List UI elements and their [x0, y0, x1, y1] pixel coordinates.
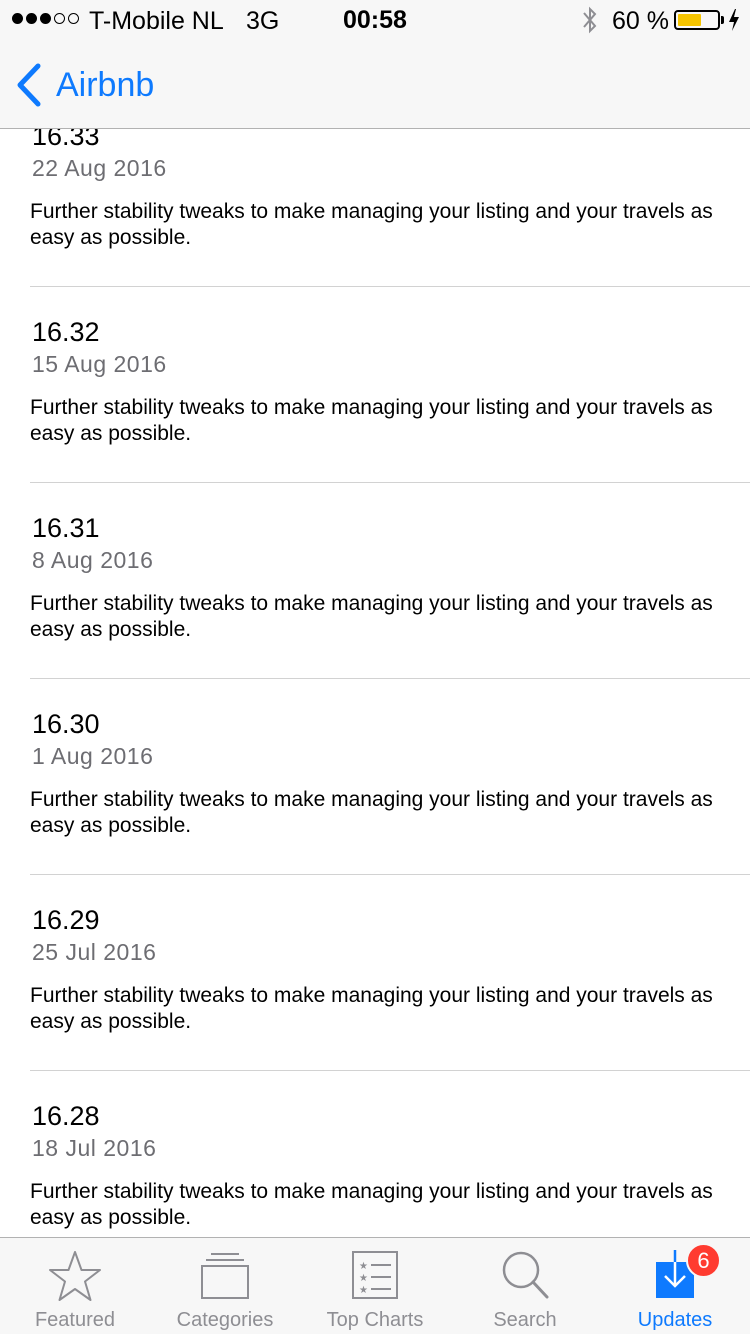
tab-label: Top Charts: [326, 1309, 424, 1331]
tab-label: Updates: [637, 1309, 713, 1331]
tab-bar: Featured Categories ★ ★ ★ Top Charts Sea…: [0, 1237, 750, 1334]
battery-tip: [721, 16, 724, 24]
status-bar: T-Mobile NL 3G 00:58 60 %: [0, 0, 750, 40]
version-number: 16.28: [32, 1101, 100, 1131]
tab-categories[interactable]: Categories: [150, 1238, 300, 1334]
tab-label: Search: [493, 1309, 557, 1331]
carrier-name: T-Mobile NL: [89, 7, 224, 35]
chevron-left-icon: [17, 63, 41, 107]
tab-top-charts[interactable]: ★ ★ ★ Top Charts: [300, 1238, 450, 1334]
status-time: 00:58: [343, 6, 407, 34]
version-entry: 16.29 25 Jul 2016 Further stability twea…: [30, 875, 750, 1071]
version-list: 16.33 22 Aug 2016 Further stability twea…: [0, 129, 750, 1237]
version-date: 25 Jul 2016: [32, 939, 157, 965]
version-date: 1 Aug 2016: [32, 743, 154, 769]
tab-featured[interactable]: Featured: [0, 1238, 150, 1334]
signal-strength-icon: [12, 13, 79, 24]
release-notes: Further stability tweaks to make managin…: [30, 200, 713, 249]
release-notes: Further stability tweaks to make managin…: [30, 592, 713, 641]
tab-label: Featured: [34, 1309, 116, 1331]
release-notes: Further stability tweaks to make managin…: [30, 788, 713, 837]
navigation-bar: Airbnb: [0, 40, 750, 129]
tab-search[interactable]: Search: [450, 1238, 600, 1334]
version-entry: 16.30 1 Aug 2016 Further stability tweak…: [30, 679, 750, 875]
version-number: 16.30: [32, 709, 100, 739]
network-type: 3G: [246, 7, 280, 35]
version-entry: 16.32 15 Aug 2016 Further stability twea…: [30, 287, 750, 483]
battery-percent: 60 %: [612, 7, 669, 35]
back-button[interactable]: Airbnb: [16, 62, 154, 108]
version-number: 16.32: [32, 317, 100, 347]
release-notes: Further stability tweaks to make managin…: [30, 1180, 713, 1229]
search-icon: [502, 1251, 549, 1299]
updates-badge: 6: [686, 1243, 721, 1278]
version-number: 16.29: [32, 905, 100, 935]
version-entry: 16.28 18 Jul 2016 Further stability twea…: [30, 1071, 750, 1237]
release-notes: Further stability tweaks to make managin…: [30, 984, 713, 1033]
stacked-squares-icon: [201, 1253, 249, 1299]
version-number: 16.33: [32, 129, 100, 151]
version-date: 8 Aug 2016: [32, 547, 154, 573]
release-notes: Further stability tweaks to make managin…: [30, 396, 713, 445]
version-entry: 16.33 22 Aug 2016 Further stability twea…: [30, 129, 750, 287]
battery-icon: [674, 10, 720, 30]
tab-label: Categories: [176, 1309, 274, 1331]
version-entry: 16.31 8 Aug 2016 Further stability tweak…: [30, 483, 750, 679]
version-date: 15 Aug 2016: [32, 351, 167, 377]
svg-text:★: ★: [359, 1285, 368, 1296]
back-button-label: Airbnb: [56, 65, 155, 104]
bluetooth-icon: [583, 6, 597, 34]
version-history[interactable]: 16.33 22 Aug 2016 Further stability twea…: [0, 129, 750, 1237]
version-date: 18 Jul 2016: [32, 1135, 157, 1161]
tab-updates[interactable]: 6 Updates: [600, 1238, 750, 1334]
list-icon: ★ ★ ★: [352, 1251, 398, 1299]
svg-text:★: ★: [359, 1273, 368, 1284]
version-date: 22 Aug 2016: [32, 155, 167, 181]
version-number: 16.31: [32, 513, 100, 543]
svg-text:★: ★: [359, 1261, 368, 1272]
charging-icon: [729, 9, 739, 31]
star-icon: [49, 1251, 101, 1301]
